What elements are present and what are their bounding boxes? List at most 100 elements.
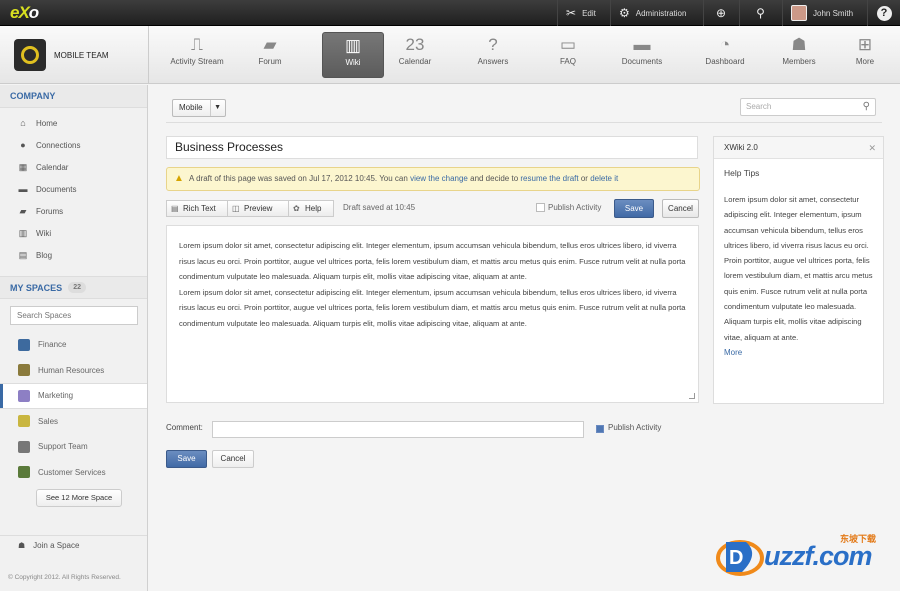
sidebar-item-blog[interactable]: ▤ Blog bbox=[0, 244, 147, 266]
sidebar-item-calendar[interactable]: ▦ Calendar bbox=[0, 156, 147, 178]
space-item-support-team[interactable]: Support Team bbox=[0, 434, 147, 460]
app-activity-stream[interactable]: ⎍ Activity Stream bbox=[166, 32, 228, 78]
comment-input[interactable] bbox=[212, 421, 584, 438]
spaces-count-badge: 22 bbox=[68, 282, 86, 293]
draft-message-or: or bbox=[578, 174, 591, 183]
help-more-link[interactable]: More bbox=[714, 345, 883, 360]
plus-circle-icon: ⊕ bbox=[715, 6, 727, 20]
app-label: Calendar bbox=[398, 57, 432, 66]
app-forum[interactable]: ▰ Forum bbox=[239, 32, 301, 78]
home-icon: ⌂ bbox=[20, 118, 26, 128]
wiki-search-input[interactable]: Search ⚲ bbox=[740, 98, 876, 116]
forum-icon: ▰ bbox=[263, 35, 277, 54]
sidebar-item-documents[interactable]: ▬ Documents bbox=[0, 178, 147, 200]
app-dashboard[interactable]: ◔ Dashboard bbox=[694, 32, 756, 78]
answers-icon: ? bbox=[488, 35, 498, 54]
comment-save-button[interactable]: Save bbox=[166, 450, 207, 468]
app-label: Activity Stream bbox=[170, 57, 224, 66]
space-header[interactable]: MOBILE TEAM bbox=[0, 26, 149, 84]
app-more[interactable]: ⊞ More bbox=[834, 32, 896, 78]
page-content-editor[interactable]: Lorem ipsum dolor sit amet, consectetur … bbox=[166, 225, 699, 403]
sidebar-item-connections[interactable]: ● Connections bbox=[0, 134, 147, 156]
help-editor-button[interactable]: ✿ Help bbox=[288, 200, 334, 217]
search-button[interactable]: ⚲ bbox=[739, 0, 781, 26]
space-item-customer-services[interactable]: Customer Services bbox=[0, 460, 147, 486]
company-title: COMPANY bbox=[0, 85, 147, 108]
cancel-button[interactable]: Cancel bbox=[662, 199, 699, 218]
draft-warning: ▲ A draft of this page was saved on Jul 1… bbox=[166, 167, 700, 191]
page-title-input[interactable]: Business Processes bbox=[166, 136, 698, 159]
resume-draft-link[interactable]: resume the draft bbox=[520, 174, 578, 183]
draft-saved-status: Draft saved at 10:45 bbox=[343, 203, 416, 212]
join-space-link[interactable]: ☗ Join a Space bbox=[0, 535, 147, 555]
preview-button[interactable]: ◫ Preview bbox=[227, 200, 289, 217]
space-item-label: Support Team bbox=[38, 442, 88, 452]
activity-stream-icon: ⎍ bbox=[191, 35, 203, 54]
company-nav: ⌂ Home ● Connections ▦ Calendar ▬ Documents … bbox=[0, 108, 147, 266]
rich-text-button[interactable]: ▤ Rich Text bbox=[166, 200, 228, 217]
space-item-sales[interactable]: Sales bbox=[0, 409, 147, 435]
wiki-space-select[interactable]: Mobile ▼ bbox=[172, 99, 226, 117]
sidebar-item-label: Blog bbox=[36, 250, 53, 260]
app-documents[interactable]: ▬ Documents bbox=[611, 32, 673, 78]
blog-icon: ▤ bbox=[18, 249, 28, 260]
help-panel-version: XWiki 2.0 bbox=[724, 143, 758, 152]
comment-publish-checkbox[interactable] bbox=[596, 425, 604, 433]
sales-icon bbox=[18, 415, 30, 428]
folder-icon: ▬ bbox=[18, 184, 28, 194]
preview-label: Preview bbox=[244, 204, 273, 213]
sidebar-item-label: Connections bbox=[36, 140, 81, 150]
app-faq[interactable]: ▭ FAQ bbox=[537, 32, 599, 78]
marketing-icon bbox=[18, 389, 30, 402]
faq-icon: ▭ bbox=[559, 35, 577, 54]
app-calendar[interactable]: 23 Calendar bbox=[384, 32, 446, 78]
edit-menu[interactable]: ✂ Edit bbox=[557, 0, 609, 26]
app-wiki[interactable]: ▥ Wiki bbox=[322, 32, 384, 78]
sidebar-item-forums[interactable]: ▰ Forums bbox=[0, 200, 147, 222]
draft-message-mid: and decide to bbox=[467, 174, 521, 183]
comment-cancel-button[interactable]: Cancel bbox=[212, 450, 254, 468]
app-answers[interactable]: ? Answers bbox=[462, 32, 524, 78]
space-item-marketing[interactable]: Marketing bbox=[0, 383, 147, 409]
join-space-icon: ☗ bbox=[18, 541, 26, 550]
members-icon: ☗ bbox=[791, 35, 807, 54]
exo-logo[interactable]: eXo bbox=[10, 3, 39, 23]
gear-icon: ⚙ bbox=[619, 6, 630, 20]
rich-text-label: Rich Text bbox=[183, 204, 216, 213]
my-spaces-label: MY SPACES bbox=[10, 282, 63, 293]
top-bar: eXo ✂ Edit ⚙ Administration ⊕ ⚲ John Smi… bbox=[0, 0, 900, 26]
comment-publish-label: Publish Activity bbox=[608, 423, 662, 432]
resize-handle-icon[interactable] bbox=[689, 393, 695, 399]
help-panel: XWiki 2.0 ✕ Help Tips Lorem ipsum dolor s… bbox=[713, 136, 884, 404]
user-avatar bbox=[791, 5, 807, 21]
logo-o: o bbox=[28, 3, 39, 22]
space-item-finance[interactable]: Finance bbox=[0, 332, 147, 358]
chevron-down-icon: ▼ bbox=[214, 104, 221, 111]
administration-label: Administration bbox=[635, 8, 687, 18]
user-menu[interactable]: John Smith bbox=[782, 0, 866, 26]
app-members[interactable]: ☗ Members bbox=[768, 32, 830, 78]
warning-icon: ▲ bbox=[174, 173, 184, 184]
sidebar-item-wiki[interactable]: ▥ Wiki bbox=[0, 222, 147, 244]
view-change-link[interactable]: view the change bbox=[410, 174, 468, 183]
watermark-cn: 东坡下载 bbox=[840, 535, 877, 545]
rich-text-icon: ▤ bbox=[171, 204, 179, 213]
app-label: Members bbox=[782, 57, 816, 66]
publish-activity-checkbox[interactable] bbox=[536, 203, 545, 212]
editor-bar: ▤ Rich Text ◫ Preview ✿ Help Draft saved at… bbox=[166, 199, 700, 219]
see-more-spaces-button[interactable]: See 12 More Space bbox=[36, 489, 122, 507]
space-search-input[interactable] bbox=[10, 306, 138, 325]
help-button[interactable]: ? bbox=[867, 0, 900, 26]
save-button[interactable]: Save bbox=[614, 199, 654, 218]
more-icon: ⊞ bbox=[857, 35, 873, 54]
app-label: More bbox=[855, 57, 875, 66]
sidebar-item-label: Documents bbox=[36, 184, 77, 194]
delete-draft-link[interactable]: delete it bbox=[590, 174, 618, 183]
my-spaces-title: MY SPACES 22 bbox=[0, 276, 147, 299]
forum-icon: ▰ bbox=[19, 205, 27, 216]
administration-menu[interactable]: ⚙ Administration bbox=[610, 0, 702, 26]
add-button[interactable]: ⊕ bbox=[703, 0, 738, 26]
space-item-human-resources[interactable]: Human Resources bbox=[0, 358, 147, 384]
sidebar-item-home[interactable]: ⌂ Home bbox=[0, 112, 147, 134]
close-icon[interactable]: ✕ bbox=[868, 137, 876, 159]
